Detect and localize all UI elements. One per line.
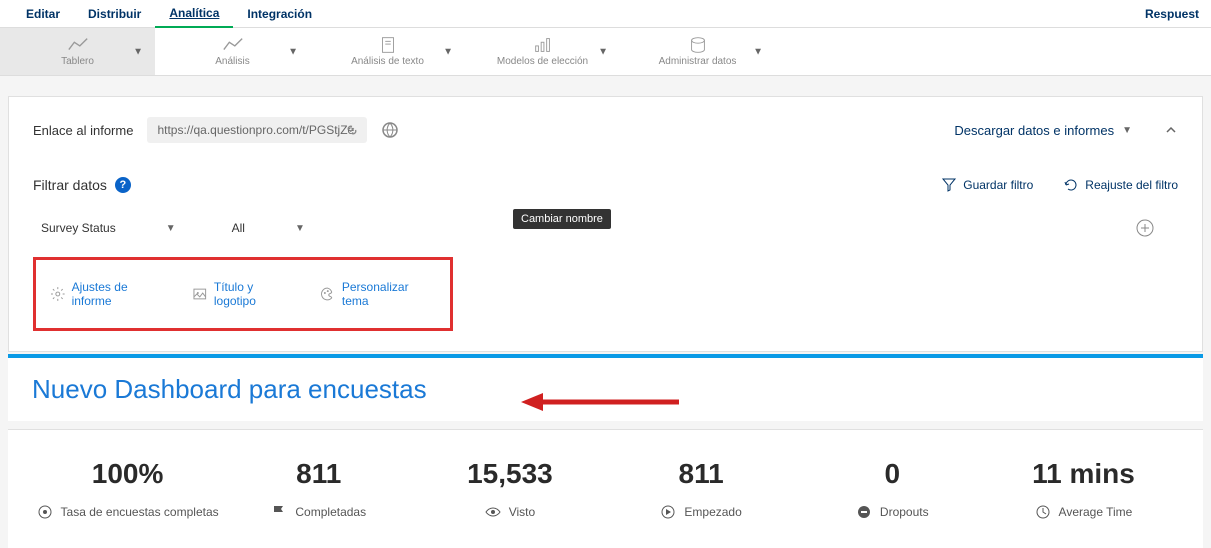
gear-icon [50, 286, 66, 302]
refresh-icon [1063, 177, 1079, 193]
report-settings-highlight: Ajustes de informe Título y logotipo Per… [33, 257, 453, 331]
download-link[interactable]: Descargar datos e informes ▼ [954, 123, 1132, 138]
funnel-icon [941, 177, 957, 193]
chevron-down-icon: ▼ [443, 46, 453, 57]
stat-value: 811 [679, 458, 724, 490]
stat-label: Average Time [1059, 505, 1133, 519]
nav-respuest[interactable]: Respuest [1145, 7, 1199, 21]
play-icon [660, 504, 676, 520]
download-label: Descargar datos e informes [954, 123, 1114, 138]
minus-circle-icon [856, 504, 872, 520]
chart-line-icon [222, 36, 244, 54]
survey-status-dropdown[interactable]: Survey Status ▼ [33, 217, 184, 239]
stat-value: 100% [92, 458, 164, 490]
setting-label: Ajustes de informe [72, 280, 169, 308]
title-logo-link[interactable]: Título y logotipo [192, 280, 296, 308]
toolbar-label: Tablero [61, 56, 94, 67]
filter-row: Filtrar datos ? Guardar filtro Reajuste … [33, 177, 1178, 193]
save-filter-label: Guardar filtro [963, 178, 1033, 192]
toolbar-label: Análisis [215, 56, 249, 67]
target-icon [37, 504, 53, 520]
link-icon[interactable] [345, 123, 359, 137]
stat-value: 11 mins [1032, 458, 1135, 490]
report-link-label: Enlace al informe [33, 123, 133, 138]
toolbar-label: Modelos de elección [497, 56, 588, 67]
stats-panel: 100% Tasa de encuestas completas 811 Com… [8, 429, 1203, 548]
help-icon[interactable]: ? [115, 177, 131, 193]
document-icon [377, 36, 399, 54]
reset-filter-button[interactable]: Reajuste del filtro [1063, 177, 1178, 193]
toolbar-label: Administrar datos [659, 56, 737, 67]
stat-label-row: Completadas [271, 504, 366, 520]
stat-viewed: 15,533 Visto [414, 458, 605, 520]
stat-label: Completadas [295, 505, 366, 519]
toolbar-label: Análisis de texto [351, 56, 424, 67]
stat-label: Tasa de encuestas completas [61, 505, 219, 519]
dropdown-label: All [232, 221, 245, 235]
content: Enlace al informe https://qa.questionpro… [0, 96, 1211, 548]
flag-icon [271, 504, 287, 520]
chevron-down-icon: ▼ [288, 46, 298, 57]
setting-label: Título y logotipo [214, 280, 296, 308]
stat-completed: 811 Completadas [223, 458, 414, 520]
chart-line-icon [67, 36, 89, 54]
report-link-row: Enlace al informe https://qa.questionpro… [33, 117, 1178, 143]
stat-label-row: Tasa de encuestas completas [37, 504, 219, 520]
chevron-up-icon[interactable] [1164, 123, 1178, 137]
top-nav: Editar Distribuir Analítica Integración … [0, 0, 1211, 28]
dashboard-title: Nuevo Dashboard para encuestas [8, 358, 1203, 421]
database-icon [687, 36, 709, 54]
chevron-down-icon: ▼ [295, 223, 305, 234]
dropdown-row: Survey Status ▼ All ▼ Cambiar nombre [33, 217, 1178, 239]
report-settings-link[interactable]: Ajustes de informe [50, 280, 168, 308]
rename-tooltip: Cambiar nombre [513, 209, 611, 229]
filter-label: Filtrar datos [33, 177, 107, 193]
reset-filter-label: Reajuste del filtro [1085, 178, 1178, 192]
nav-distribuir[interactable]: Distribuir [74, 1, 155, 27]
all-dropdown[interactable]: All ▼ [224, 217, 313, 239]
stat-label-row: Dropouts [856, 504, 929, 520]
toolbar-analisis-texto[interactable]: Análisis de texto ▼ [310, 28, 465, 75]
report-link-input[interactable]: https://qa.questionpro.com/t/PGStjZe [147, 117, 367, 143]
chevron-down-icon: ▼ [133, 46, 143, 57]
eye-icon [485, 504, 501, 520]
stat-completion-rate: 100% Tasa de encuestas completas [32, 458, 223, 520]
stat-dropouts: 0 Dropouts [797, 458, 988, 520]
save-filter-button[interactable]: Guardar filtro [941, 177, 1033, 193]
stat-label: Empezado [684, 505, 741, 519]
stat-value: 811 [296, 458, 341, 490]
stat-value: 0 [884, 458, 900, 490]
image-icon [192, 286, 208, 302]
toolbar-administrar[interactable]: Administrar datos ▼ [620, 28, 775, 75]
dropdown-label: Survey Status [41, 221, 116, 235]
setting-label: Personalizar tema [342, 280, 436, 308]
stat-avg-time: 11 mins Average Time [988, 458, 1179, 520]
nav-editar[interactable]: Editar [12, 1, 74, 27]
add-filter-button[interactable] [1136, 219, 1154, 237]
stat-label-row: Visto [485, 504, 535, 520]
palette-icon [320, 286, 336, 302]
stat-started: 811 Empezado [606, 458, 797, 520]
chevron-down-icon: ▼ [598, 46, 608, 57]
chevron-down-icon: ▼ [753, 46, 763, 57]
chevron-down-icon: ▼ [1122, 125, 1132, 136]
clock-icon [1035, 504, 1051, 520]
stat-label-row: Average Time [1035, 504, 1133, 520]
toolbar-tablero[interactable]: Tablero ▼ [0, 28, 155, 75]
stat-label: Visto [509, 505, 535, 519]
chevron-down-icon: ▼ [166, 223, 176, 234]
toolbar: Tablero ▼ Análisis ▼ Análisis de texto ▼… [0, 28, 1211, 76]
nav-integracion[interactable]: Integración [233, 1, 326, 27]
report-link-url: https://qa.questionpro.com/t/PGStjZe [157, 123, 354, 137]
toolbar-analisis[interactable]: Análisis ▼ [155, 28, 310, 75]
chart-bar-icon [532, 36, 554, 54]
globe-icon[interactable] [381, 121, 399, 139]
customize-theme-link[interactable]: Personalizar tema [320, 280, 436, 308]
stat-label-row: Empezado [660, 504, 741, 520]
nav-analitica[interactable]: Analítica [155, 0, 233, 28]
stat-label: Dropouts [880, 505, 929, 519]
report-panel: Enlace al informe https://qa.questionpro… [8, 96, 1203, 352]
stat-value: 15,533 [467, 458, 553, 490]
toolbar-modelos[interactable]: Modelos de elección ▼ [465, 28, 620, 75]
